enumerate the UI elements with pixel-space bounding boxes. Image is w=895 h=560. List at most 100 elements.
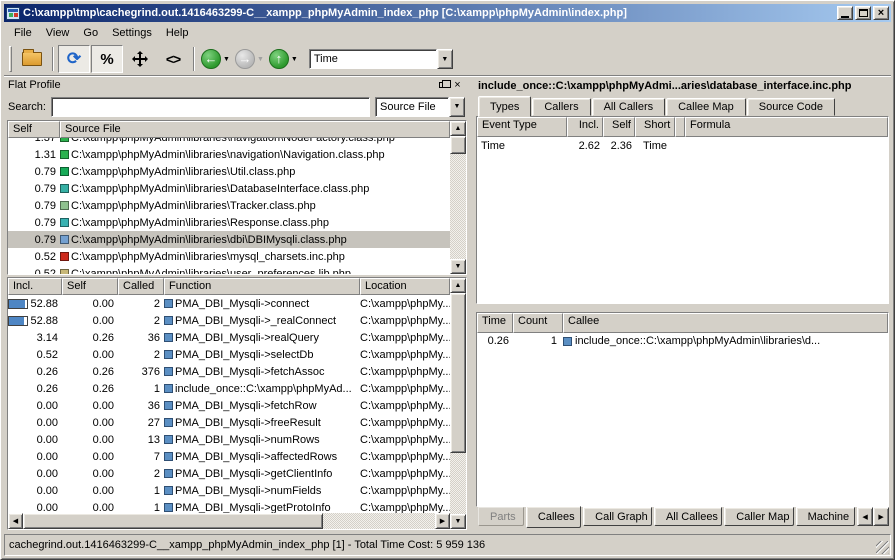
column-header-self[interactable]: Self <box>603 117 635 137</box>
scroll-down-icon[interactable]: ▼ <box>450 259 466 274</box>
scroll-left-icon[interactable]: ◀ <box>8 513 23 529</box>
cost-swatch-icon <box>60 184 69 193</box>
column-header-formula[interactable]: Formula <box>685 117 888 137</box>
menu-settings[interactable]: Settings <box>105 25 159 41</box>
column-header-callee[interactable]: Callee <box>563 313 888 333</box>
group-by-combo-dropdown[interactable]: ▼ <box>449 97 465 117</box>
function-table-vscrollbar[interactable]: ▲ ▼ <box>450 278 466 529</box>
minimize-button[interactable] <box>837 6 853 20</box>
column-header-self[interactable]: Self <box>62 278 118 295</box>
flat-profile-header[interactable]: Flat Profile × <box>5 77 468 93</box>
tab-types[interactable]: Types <box>478 96 531 117</box>
column-header-short[interactable]: Short <box>635 117 675 137</box>
tab-callee-map[interactable]: Callee Map <box>666 98 746 116</box>
close-button[interactable]: × <box>873 6 889 20</box>
toolbar-grip[interactable] <box>9 46 12 72</box>
column-header-time[interactable]: Time <box>477 313 513 333</box>
maximize-button[interactable] <box>855 6 871 20</box>
source-row[interactable]: 0.79C:\xampp\phpMyAdmin\libraries\Databa… <box>8 180 450 197</box>
scroll-down-icon[interactable]: ▼ <box>450 514 466 529</box>
tab-caller-map[interactable]: Caller Map <box>724 507 793 526</box>
event-type-combo-dropdown[interactable]: ▼ <box>437 49 453 69</box>
group-by-combo-value[interactable]: Source File <box>375 97 449 117</box>
relative-percent-button[interactable]: % <box>91 45 123 73</box>
callee-row[interactable]: 0.26 1 include_once::C:\xampp\phpMyAdmin… <box>477 333 888 349</box>
dock-close-button[interactable]: × <box>450 79 465 92</box>
scrollbar-track[interactable] <box>450 154 466 259</box>
tab-scroll-left-icon[interactable]: ◀ <box>857 507 873 526</box>
source-row[interactable]: 1.31C:\xampp\phpMyAdmin\libraries\naviga… <box>8 146 450 163</box>
function-row[interactable]: 0.000.001PMA_DBI_Mysqli->numFieldsC:\xam… <box>8 482 450 499</box>
column-header-location[interactable]: Location <box>360 278 450 295</box>
function-row[interactable]: 0.000.0013PMA_DBI_Mysqli->numRowsC:\xamp… <box>8 431 450 448</box>
forward-button[interactable]: → ▼ <box>233 45 266 73</box>
function-row[interactable]: 0.000.002PMA_DBI_Mysqli->getClientInfoC:… <box>8 465 450 482</box>
status-text: cachegrind.out.1416463299-C__xampp_phpMy… <box>9 539 485 551</box>
source-table-vscrollbar[interactable]: ▲ ▼ <box>450 121 466 274</box>
function-row[interactable]: 0.000.001PMA_DBI_Mysqli->getProtoInfoC:\… <box>8 499 450 513</box>
source-row[interactable]: 0.52C:\xampp\phpMyAdmin\libraries\user_p… <box>8 265 450 274</box>
function-row[interactable]: 0.000.0036PMA_DBI_Mysqli->fetchRowC:\xam… <box>8 397 450 414</box>
source-row[interactable]: 0.52C:\xampp\phpMyAdmin\libraries\mysql_… <box>8 248 450 265</box>
scrollbar-track[interactable] <box>450 453 466 514</box>
scroll-right-icon[interactable]: ▶ <box>435 513 450 529</box>
menu-help[interactable]: Help <box>159 25 196 41</box>
column-header-self[interactable]: Self <box>8 121 60 138</box>
source-row[interactable]: 0.79C:\xampp\phpMyAdmin\libraries\Tracke… <box>8 197 450 214</box>
scrollbar-thumb[interactable] <box>23 513 323 529</box>
menu-file[interactable]: File <box>7 25 39 41</box>
function-row[interactable]: 0.260.26376PMA_DBI_Mysqli->fetchAssocC:\… <box>8 363 450 380</box>
function-row[interactable]: 3.140.2636PMA_DBI_Mysqli->realQueryC:\xa… <box>8 329 450 346</box>
event-type-combo[interactable]: Time ▼ <box>309 49 453 69</box>
scrollbar-thumb[interactable] <box>450 136 466 154</box>
function-row[interactable]: 0.000.0027PMA_DBI_Mysqli->freeResultC:\x… <box>8 414 450 431</box>
function-table-hscrollbar[interactable]: ◀ ▶ <box>8 513 450 529</box>
event-type-row[interactable]: Time 2.62 2.36 Time <box>477 137 888 154</box>
column-header-event-type[interactable]: Event Type <box>477 117 567 137</box>
function-row[interactable]: 0.000.007PMA_DBI_Mysqli->affectedRowsC:\… <box>8 448 450 465</box>
tab-source-code[interactable]: Source Code <box>747 98 835 116</box>
source-row-selected[interactable]: 0.79C:\xampp\phpMyAdmin\libraries\dbi\DB… <box>8 231 450 248</box>
scrollbar-thumb[interactable] <box>450 293 466 453</box>
tab-all-callers[interactable]: All Callers <box>592 98 666 116</box>
column-header-incl[interactable]: Incl. <box>567 117 603 137</box>
dock-float-button[interactable] <box>435 79 450 92</box>
menu-go[interactable]: Go <box>76 25 105 41</box>
tab-all-callees[interactable]: All Callees <box>654 507 722 526</box>
source-row[interactable]: 0.79C:\xampp\phpMyAdmin\libraries\Util.c… <box>8 163 450 180</box>
search-input[interactable] <box>51 97 370 117</box>
open-file-button[interactable] <box>16 45 48 73</box>
back-dropdown-icon[interactable]: ▼ <box>223 56 230 63</box>
source-row[interactable]: 0.79C:\xampp\phpMyAdmin\libraries\Respon… <box>8 214 450 231</box>
up-button[interactable]: ↑ ▼ <box>267 45 300 73</box>
group-by-combo[interactable]: Source File ▼ <box>375 97 465 117</box>
source-row[interactable]: 1.37C:\xampp\phpMyAdmin\libraries\naviga… <box>8 138 450 146</box>
function-row[interactable]: 52.880.002PMA_DBI_Mysqli->connectC:\xamp… <box>8 295 450 312</box>
function-row[interactable]: 0.520.002PMA_DBI_Mysqli->selectDbC:\xamp… <box>8 346 450 363</box>
column-header-source-file[interactable]: Source File <box>60 121 450 138</box>
app-icon[interactable] <box>6 7 20 20</box>
column-header-function[interactable]: Function <box>164 278 360 295</box>
resize-grip[interactable] <box>876 541 889 554</box>
column-header-count[interactable]: Count <box>513 313 563 333</box>
title-bar[interactable]: C:\xampp\tmp\cachegrind.out.1416463299-C… <box>4 4 891 22</box>
back-button[interactable]: ← ▼ <box>199 45 232 73</box>
tab-callers[interactable]: Callers <box>532 98 590 116</box>
tab-call-graph[interactable]: Call Graph <box>583 507 652 526</box>
relative-to-parent-button[interactable] <box>124 45 156 73</box>
tab-scroll-right-icon[interactable]: ▶ <box>873 507 889 526</box>
scrollbar-track[interactable] <box>323 513 435 529</box>
up-dropdown-icon[interactable]: ▼ <box>291 56 298 63</box>
column-header-called[interactable]: Called <box>118 278 164 295</box>
column-header-incl[interactable]: Incl. <box>8 278 62 295</box>
menu-view[interactable]: View <box>39 25 77 41</box>
tab-callees[interactable]: Callees <box>526 506 581 528</box>
tab-machine-code[interactable]: Machine <box>796 507 855 526</box>
event-type-combo-value[interactable]: Time <box>309 49 437 69</box>
scroll-up-icon[interactable]: ▲ <box>450 121 466 136</box>
function-row[interactable]: 52.880.002PMA_DBI_Mysqli->_realConnectC:… <box>8 312 450 329</box>
cycle-detection-button[interactable]: ⟳ <box>58 45 90 73</box>
shorten-templates-button[interactable]: <> <box>157 45 189 73</box>
scroll-up-icon[interactable]: ▲ <box>450 278 466 293</box>
function-row[interactable]: 0.260.261include_once::C:\xampp\phpMyAd.… <box>8 380 450 397</box>
